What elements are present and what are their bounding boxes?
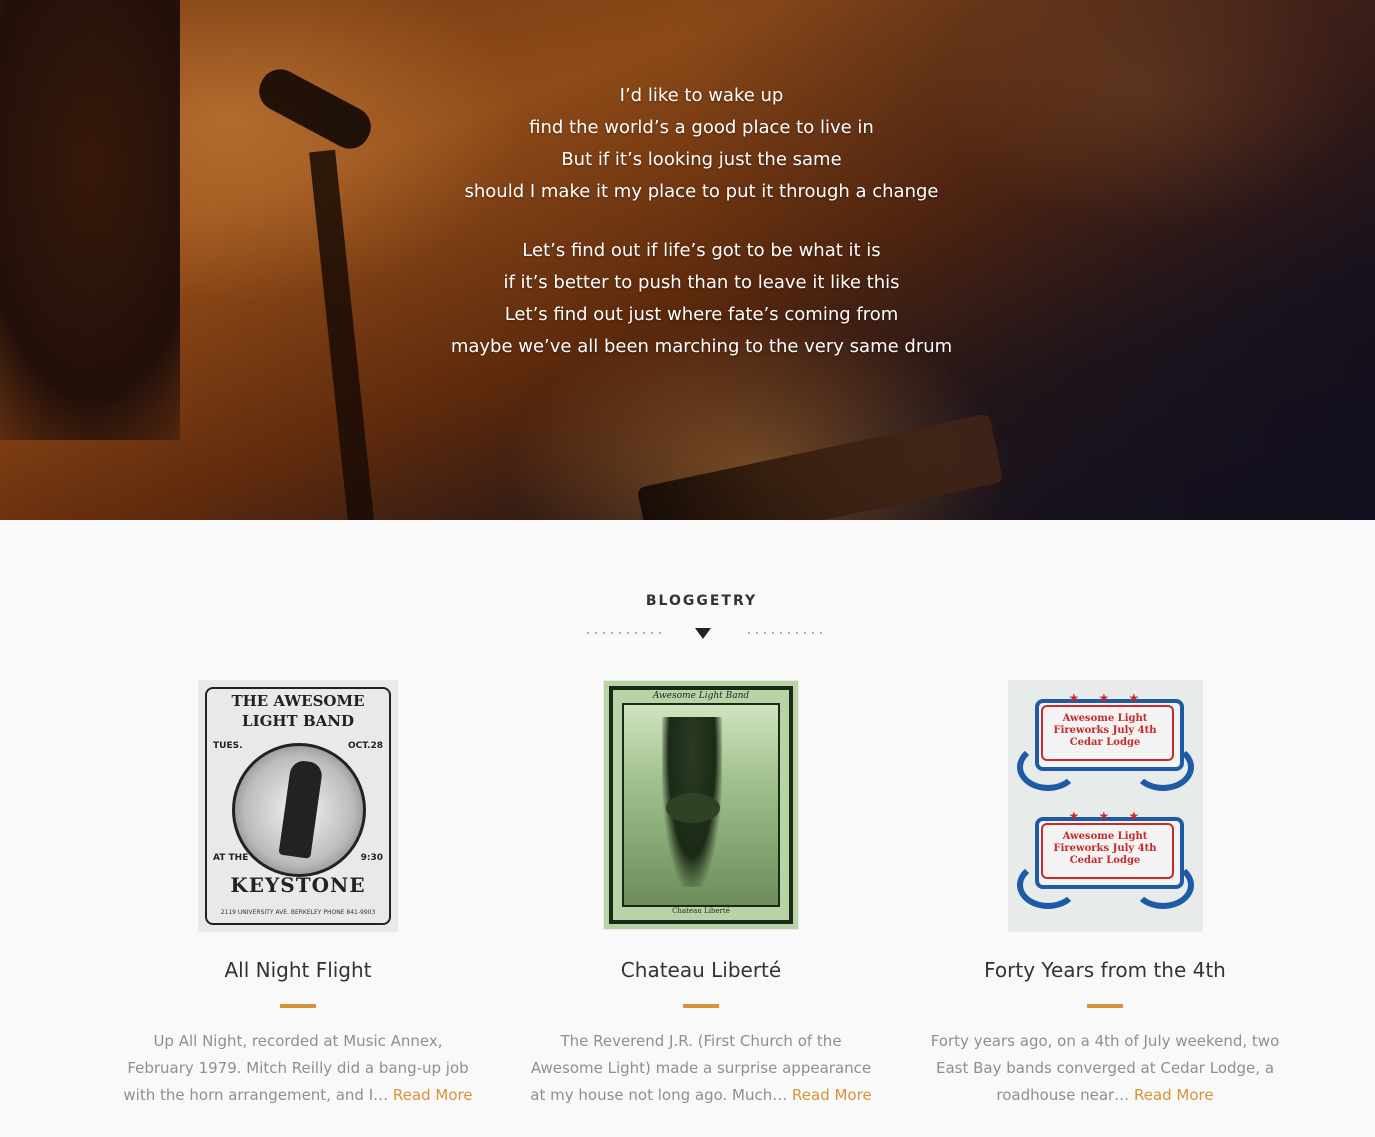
poster-line: Fireworks July 4th (1053, 843, 1157, 854)
lyric-line: find the world’s a good place to live in (529, 117, 874, 138)
poster-address: 2119 UNIVERSITY AVE. BERKELEY PHONE 841-… (220, 909, 376, 916)
lyric-line: maybe we’ve all been marching to the ver… (450, 336, 953, 357)
poster-line: Awesome Light (1062, 713, 1148, 724)
poster-venue: Chateau Liberté (672, 907, 730, 915)
post-title[interactable]: All Night Flight (118, 958, 478, 982)
section-title: BLOGGETRY (645, 593, 758, 609)
poster-line: Cedar Lodge (1069, 737, 1141, 748)
poster-line: Cedar Lodge (1069, 855, 1141, 866)
poster-day: TUES. (213, 741, 243, 751)
post-title[interactable]: Forty Years from the 4th (925, 958, 1285, 982)
post-excerpt: Forty years ago, on a 4th of July weeken… (930, 1028, 1280, 1109)
star-icon: ★ (1068, 809, 1080, 823)
lyrics-verse: Let’s find out if life’s got to be what … (0, 235, 1375, 363)
poster-date: OCT.28 (348, 741, 383, 751)
post-thumbnail-chateau-liberte[interactable]: Awesome Light Band Chateau Liberté (604, 681, 798, 929)
title-underline (1087, 1004, 1123, 1008)
star-icon: ★ (1098, 691, 1110, 705)
lyric-line: if it’s better to push than to leave it … (503, 272, 900, 293)
poster-at: AT THE (213, 853, 249, 863)
poster-swirl-left (1016, 743, 1079, 791)
read-more-link[interactable]: Read More (393, 1086, 473, 1104)
lyric-line: Let’s find out just where fate’s coming … (504, 304, 899, 325)
poster-swirl-left (1016, 861, 1079, 909)
poster-panel-top: ★ ★ ★ Awesome Light Fireworks July 4th C… (1016, 691, 1194, 791)
section-divider (0, 628, 1375, 644)
post-title[interactable]: Chateau Liberté (521, 958, 881, 982)
poster-guitar (666, 793, 720, 823)
title-underline (683, 1004, 719, 1008)
blog-card: ★ ★ ★ Awesome Light Fireworks July 4th C… (925, 681, 1285, 1109)
poster-time: 9:30 (360, 853, 383, 863)
star-icon: ★ (1098, 809, 1110, 823)
star-icon: ★ (1068, 691, 1080, 705)
post-excerpt: The Reverend J.R. (First Church of the A… (526, 1028, 876, 1109)
hero-lyrics: I’d like to wake up find the world’s a g… (0, 80, 1375, 390)
hero-banner: I’d like to wake up find the world’s a g… (0, 0, 1375, 520)
blog-section: BLOGGETRY THE AWESOME LIGHT BAND TUES. O… (0, 520, 1375, 1137)
read-more-link[interactable]: Read More (1134, 1086, 1214, 1104)
lyric-line: Let’s find out if life’s got to be what … (522, 240, 881, 261)
poster-panel-bottom: ★ ★ ★ Awesome Light Fireworks July 4th C… (1016, 809, 1194, 909)
post-excerpt: Up All Night, recorded at Music Annex, F… (123, 1028, 473, 1109)
down-arrow-icon (695, 628, 711, 639)
title-underline (280, 1004, 316, 1008)
poster-text: Awesome Light Fireworks July 4th Cedar L… (1047, 831, 1164, 867)
lyric-line: should I make it my place to put it thro… (464, 181, 939, 202)
blog-card: THE AWESOME LIGHT BAND TUES. OCT.28 AT T… (118, 681, 478, 1109)
divider-dots-left (584, 632, 662, 634)
poster-swirl-right (1131, 861, 1194, 909)
poster-line: Fireworks July 4th (1053, 725, 1157, 736)
divider-dots-right (745, 632, 823, 634)
poster-swirl-right (1131, 743, 1194, 791)
lyrics-verse: I’d like to wake up find the world’s a g… (0, 80, 1375, 208)
post-thumbnail-all-night-flight[interactable]: THE AWESOME LIGHT BAND TUES. OCT.28 AT T… (199, 681, 397, 931)
excerpt-text: Forty years ago, on a 4th of July weeken… (930, 1032, 1280, 1104)
star-icon: ★ (1128, 691, 1140, 705)
poster-band-name: Awesome Light Band (652, 691, 750, 701)
post-thumbnail-forty-years[interactable]: ★ ★ ★ Awesome Light Fireworks July 4th C… (1008, 681, 1202, 931)
poster-band-name: THE AWESOME LIGHT BAND (231, 692, 365, 730)
poster-line: Awesome Light (1062, 831, 1148, 842)
poster-venue: KEYSTONE (230, 873, 366, 897)
read-more-link[interactable]: Read More (792, 1086, 872, 1104)
star-icon: ★ (1128, 809, 1140, 823)
poster-text: Awesome Light Fireworks July 4th Cedar L… (1047, 713, 1164, 749)
lyric-line: I’d like to wake up (619, 85, 784, 106)
blog-card: Awesome Light Band Chateau Liberté Chate… (521, 681, 881, 1109)
lyric-line: But if it’s looking just the same (561, 149, 842, 170)
